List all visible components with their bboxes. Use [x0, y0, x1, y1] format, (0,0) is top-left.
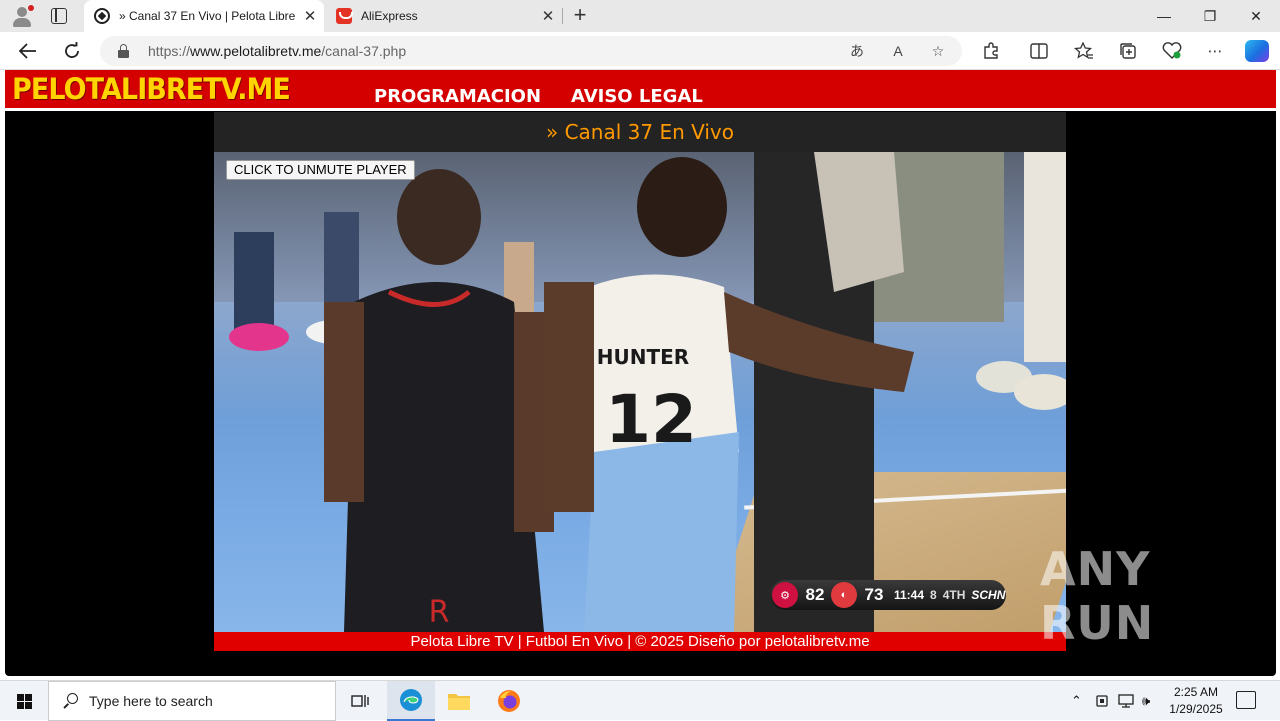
tab-canal-37[interactable]: » Canal 37 En Vivo | Pelota Libre TV ✕ [84, 0, 324, 32]
split-screen-icon[interactable] [1027, 40, 1051, 62]
network-icon[interactable] [1118, 681, 1134, 721]
scoreboard: ⚙ 82 ◐ 73 11:44 8 4TH SCHN [770, 580, 1006, 610]
svg-text:R: R [429, 595, 450, 630]
svg-text:12: 12 [605, 381, 697, 458]
video-player[interactable]: R HUNTER 12 ⚙ 82 ◐ 73 11:44 8 4TH SCHN C… [214, 152, 1066, 632]
system-clock[interactable]: 2:25 AM 1/29/2025 [1162, 684, 1230, 718]
video-frame: R HUNTER 12 ⚙ 82 ◐ 73 11:44 8 4TH SCHN [214, 152, 1066, 632]
edge-taskbar-button[interactable] [387, 681, 435, 721]
rockets-logo-icon: ⚙ [772, 582, 798, 608]
period: 4TH [942, 588, 966, 602]
shot-clock: 8 [930, 588, 937, 602]
favorite-star-icon[interactable]: ☆ [927, 40, 949, 62]
translate-icon[interactable]: あ [846, 40, 868, 62]
svg-text:HUNTER: HUNTER [597, 345, 689, 369]
address-bar[interactable]: https://www.pelotalibretv.me/canal-37.ph… [100, 36, 962, 66]
task-view-button[interactable] [336, 681, 384, 721]
task-view-icon [351, 695, 369, 707]
device-icon[interactable] [1095, 681, 1109, 721]
restore-button[interactable]: ❐ [1187, 0, 1233, 32]
tab-aliexpress[interactable]: AliExpress ✕ [326, 0, 562, 32]
collections-icon[interactable] [1116, 40, 1140, 62]
unmute-player-button[interactable]: CLICK TO UNMUTE PLAYER [226, 160, 415, 180]
menu-aviso-legal[interactable]: AVISO LEGAL [571, 86, 703, 107]
aliexpress-icon [336, 8, 353, 24]
browser-tab-strip: » Canal 37 En Vivo | Pelota Libre TV ✕ A… [0, 0, 1280, 32]
start-button[interactable] [0, 681, 48, 721]
clock-time: 2:25 AM [1173, 685, 1219, 699]
site-logo[interactable]: PELOTALIBRETV.ME [12, 70, 291, 108]
clock-date: 1/29/2025 [1169, 702, 1223, 716]
notifications-icon[interactable] [1236, 691, 1256, 709]
windows-logo-icon [16, 693, 32, 709]
away-score: 73 [864, 585, 884, 604]
channel-title: » Canal 37 En Vivo [545, 120, 734, 144]
tab-separator [562, 8, 563, 24]
network-logo: SCHN [971, 588, 1006, 602]
soccer-ball-icon [94, 8, 110, 24]
folder-icon [448, 694, 470, 710]
close-window-button[interactable]: ✕ [1233, 0, 1279, 32]
firefox-button[interactable] [485, 681, 533, 721]
tab-title: AliExpress [361, 9, 418, 23]
tab-title: » Canal 37 En Vivo | Pelota Libre TV [119, 9, 296, 23]
windows-taskbar: Type here to search ⌃ 🕪 2:25 AM 1/29/202… [0, 680, 1280, 721]
show-hidden-icons-chevron-icon[interactable]: ⌃ [1071, 681, 1082, 721]
menu-programacion[interactable]: PROGRAMACION [374, 86, 541, 107]
tab-actions-icon[interactable] [51, 8, 67, 24]
site-footer: Pelota Libre TV | Futbol En Vivo | © 202… [214, 632, 1066, 651]
back-arrow-icon[interactable] [14, 37, 42, 65]
refresh-icon[interactable] [58, 37, 86, 65]
volume-icon[interactable]: 🕪 [1142, 681, 1150, 721]
lock-icon[interactable] [118, 44, 129, 58]
url-text[interactable]: https://www.pelotalibretv.me/canal-37.ph… [148, 43, 406, 59]
settings-more-icon[interactable]: ⋯ [1203, 40, 1227, 62]
file-explorer-button[interactable] [435, 681, 483, 721]
game-clock: 11:44 [894, 588, 925, 602]
channel-header: » Canal 37 En Vivo [214, 112, 1066, 152]
hawks-logo-icon: ◐ [831, 582, 857, 608]
copilot-icon[interactable] [1245, 40, 1269, 62]
home-score: 82 [805, 585, 825, 604]
site-header: PELOTALIBRETV.ME PROGRAMACION AVISO LEGA… [5, 70, 1276, 110]
taskbar-search[interactable]: Type here to search [48, 681, 336, 721]
players-illustration: R HUNTER 12 [229, 152, 1066, 632]
profile-icon[interactable] [10, 5, 34, 27]
anyrun-watermark: ANY RUN [1040, 542, 1155, 650]
read-aloud-icon[interactable]: A [887, 40, 909, 62]
edge-icon [400, 689, 422, 711]
close-tab-icon[interactable]: ✕ [296, 7, 324, 25]
browser-toolbar: https://www.pelotalibretv.me/canal-37.ph… [0, 32, 1280, 70]
firefox-icon [498, 690, 520, 712]
minimize-button[interactable]: — [1141, 0, 1187, 32]
new-tab-button[interactable]: + [568, 4, 592, 28]
extensions-icon[interactable] [979, 40, 1003, 62]
browser-essentials-icon[interactable] [1160, 40, 1184, 62]
close-tab-icon[interactable]: ✕ [534, 7, 562, 25]
search-icon [62, 692, 80, 710]
search-placeholder: Type here to search [89, 693, 213, 709]
favorites-icon[interactable] [1072, 40, 1096, 62]
